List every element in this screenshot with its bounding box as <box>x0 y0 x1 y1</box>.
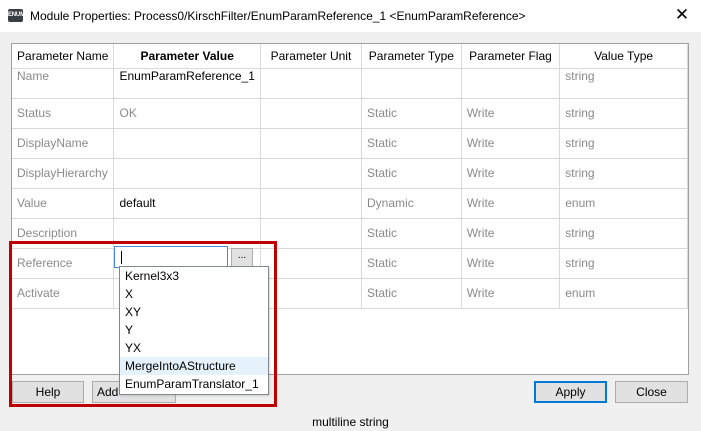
value-type-cell: enum <box>559 278 688 309</box>
apply-button[interactable]: Apply <box>534 381 607 403</box>
value-type-cell: string <box>559 128 688 159</box>
value-type-cell: string <box>559 158 688 189</box>
param-name-cell: DisplayName <box>12 128 115 159</box>
param-flag-cell: Write <box>461 278 561 309</box>
close-icon[interactable]: ✕ <box>673 6 691 24</box>
param-unit-cell <box>260 278 363 309</box>
param-name-cell: Description <box>12 218 115 249</box>
dropdown-option-mergeintoastructure[interactable]: MergeIntoAStructure <box>120 357 268 375</box>
column-header-parameter-unit[interactable]: Parameter Unit <box>260 44 363 69</box>
table-row[interactable]: Description Static Write string <box>12 218 688 249</box>
param-name-cell: Name <box>12 68 115 99</box>
param-unit-cell <box>260 98 363 129</box>
parameter-grid: Parameter Name Parameter Value Parameter… <box>11 43 689 375</box>
param-name-cell: Value <box>12 188 115 219</box>
enum-app-icon: ENUM <box>8 9 25 22</box>
column-header-parameter-flag[interactable]: Parameter Flag <box>461 44 561 69</box>
param-name-cell: Activate <box>12 278 115 309</box>
table-row[interactable]: Status OK Static Write string <box>12 98 688 129</box>
column-header-value-type[interactable]: Value Type <box>559 44 688 69</box>
table-row[interactable]: DisplayHierarchy Static Write string <box>12 158 688 189</box>
param-flag-cell: Write <box>461 98 561 129</box>
parameter-table: Parameter Name Parameter Value Parameter… <box>12 44 688 309</box>
dropdown-option-x[interactable]: X <box>120 285 268 303</box>
param-type-cell: Static <box>361 158 462 189</box>
text-caret <box>121 251 122 264</box>
value-type-cell: string <box>559 218 688 249</box>
param-unit-cell <box>260 188 363 219</box>
table-row[interactable]: Activate Static Write enum <box>12 278 688 309</box>
browse-ellipsis-button[interactable]: ... <box>231 248 253 267</box>
param-unit-cell <box>260 128 363 159</box>
param-value-cell[interactable]: default <box>113 188 261 219</box>
param-value-cell[interactable] <box>113 218 261 249</box>
param-type-cell: Static <box>361 98 462 129</box>
param-unit-cell <box>260 158 363 189</box>
param-type-cell: Static <box>361 128 462 159</box>
column-header-parameter-type[interactable]: Parameter Type <box>361 44 462 69</box>
param-value-cell[interactable]: EnumParamReference_1 <box>113 68 261 99</box>
title-bar: ENUM Module Properties: Process0/KirschF… <box>0 0 701 32</box>
param-type-cell: Static <box>361 218 462 249</box>
value-type-cell: string <box>559 98 688 129</box>
param-unit-cell <box>260 68 363 99</box>
table-row[interactable]: Value default Dynamic Write enum <box>12 188 688 219</box>
param-value-cell[interactable] <box>113 158 261 189</box>
param-flag-cell: Write <box>461 158 561 189</box>
dropdown-option-xy[interactable]: XY <box>120 303 268 321</box>
reference-dropdown-list[interactable]: Kernel3x3 X XY Y YX MergeIntoAStructure … <box>119 266 269 395</box>
param-value-cell[interactable] <box>113 128 261 159</box>
dropdown-option-enumparamtranslator-1[interactable]: EnumParamTranslator_1 <box>120 375 268 393</box>
param-flag-cell <box>461 68 561 99</box>
param-name-cell: Reference <box>12 248 115 279</box>
param-name-cell: Status <box>12 98 115 129</box>
status-text: multiline string <box>312 415 389 429</box>
param-value-cell[interactable]: OK <box>113 98 261 129</box>
param-unit-cell <box>260 248 363 279</box>
param-name-cell: DisplayHierarchy <box>12 158 115 189</box>
value-type-cell: string <box>559 68 688 99</box>
value-type-cell: enum <box>559 188 688 219</box>
close-button[interactable]: Close <box>615 381 688 403</box>
dropdown-option-kernel3x3[interactable]: Kernel3x3 <box>120 267 268 285</box>
param-type-cell: Static <box>361 278 462 309</box>
value-type-cell: string <box>559 248 688 279</box>
column-header-parameter-name[interactable]: Parameter Name <box>12 44 115 69</box>
param-type-cell: Static <box>361 248 462 279</box>
dropdown-option-y[interactable]: Y <box>120 321 268 339</box>
param-flag-cell: Write <box>461 218 561 249</box>
dropdown-option-yx[interactable]: YX <box>120 339 268 357</box>
param-type-cell <box>361 68 462 99</box>
param-flag-cell: Write <box>461 188 561 219</box>
table-row[interactable]: DisplayName Static Write string <box>12 128 688 159</box>
param-type-cell: Dynamic <box>361 188 462 219</box>
help-button[interactable]: Help <box>12 381 84 403</box>
param-unit-cell <box>260 218 363 249</box>
reference-value-input[interactable] <box>114 246 228 268</box>
param-flag-cell: Write <box>461 128 561 159</box>
param-flag-cell: Write <box>461 248 561 279</box>
window-title: Module Properties: Process0/KirschFilter… <box>30 9 526 23</box>
column-header-parameter-value[interactable]: Parameter Value <box>113 44 261 69</box>
table-row[interactable]: Name EnumParamReference_1 string <box>12 68 688 99</box>
